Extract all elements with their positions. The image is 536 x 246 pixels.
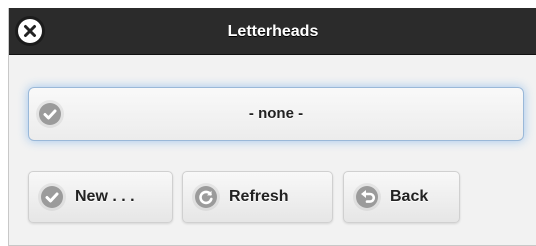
- refresh-icon: [195, 186, 217, 208]
- back-button[interactable]: Back: [343, 171, 460, 223]
- check-icon: [41, 186, 63, 208]
- dialog-title: Letterheads: [227, 23, 319, 40]
- refresh-button[interactable]: Refresh: [182, 171, 333, 223]
- letterhead-select-button[interactable]: - none -: [28, 87, 524, 141]
- back-button-label: Back: [390, 188, 429, 205]
- letterheads-dialog: Letterheads - none - New . . . Refresh B…: [8, 8, 536, 246]
- refresh-button-label: Refresh: [229, 188, 289, 205]
- dialog-header: Letterheads: [9, 8, 536, 55]
- new-button-label: New . . .: [75, 188, 135, 205]
- new-button[interactable]: New . . .: [28, 171, 173, 223]
- back-arrow-icon: [356, 186, 378, 208]
- selected-letterhead-label: - none -: [248, 105, 304, 122]
